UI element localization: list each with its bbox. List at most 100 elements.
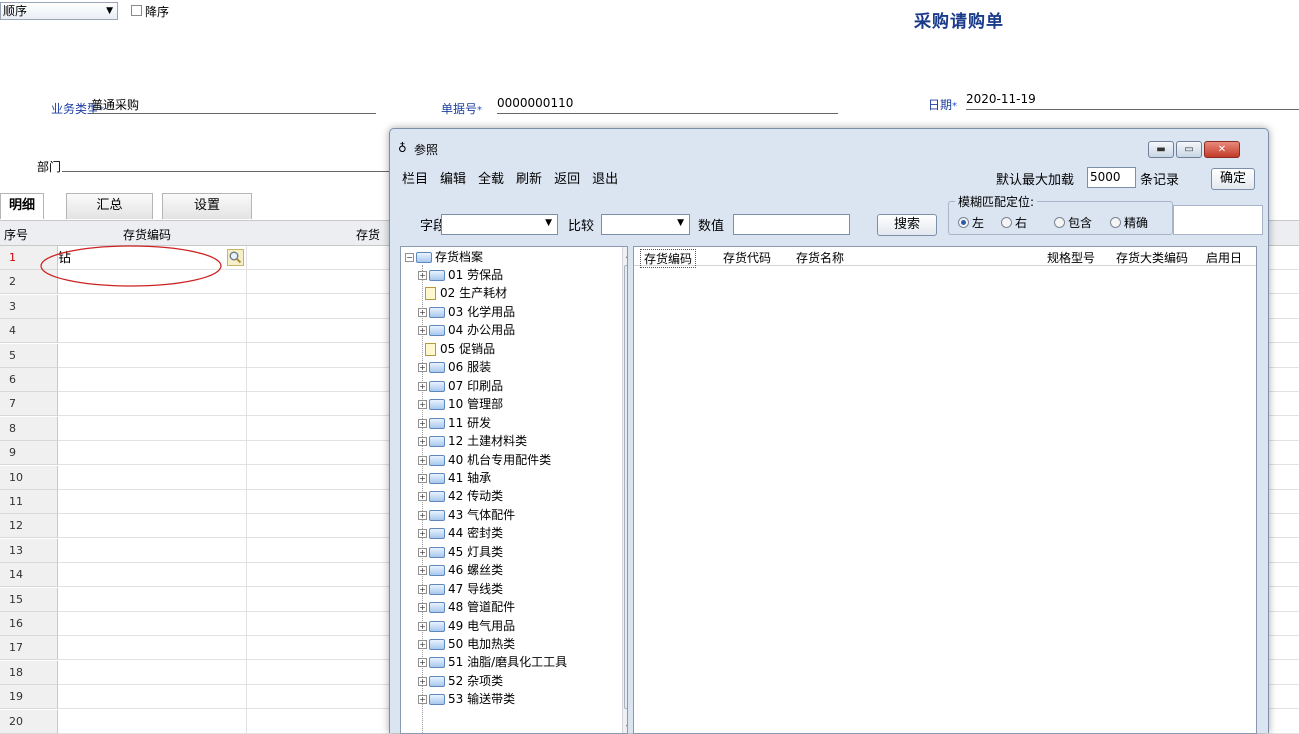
doc-no-field[interactable]: 0000000110 — [497, 96, 838, 114]
expand-icon[interactable]: + — [418, 695, 427, 705]
expand-icon[interactable]: + — [418, 621, 427, 631]
scroll-down-icon[interactable]: ▼ — [626, 723, 627, 732]
list-col-alias[interactable]: 存货代码 — [723, 249, 771, 266]
expand-icon[interactable]: + — [418, 584, 427, 594]
tree-item[interactable]: +48 管道配件 — [418, 599, 515, 616]
tree-item[interactable]: +45 灯具类 — [418, 544, 503, 561]
tree-item[interactable]: 02 生产耗材 — [418, 285, 507, 302]
biz-type-field[interactable]: 普通采购 — [91, 96, 376, 114]
tree-item-label: 04 办公用品 — [448, 323, 516, 338]
tree-item[interactable]: +44 密封类 — [418, 525, 503, 542]
expand-icon[interactable]: + — [418, 363, 427, 373]
search-button[interactable]: 搜索 — [877, 214, 937, 236]
tree-item[interactable]: +52 杂项类 — [418, 673, 503, 690]
list-col-category[interactable]: 存货大类编码 — [1116, 249, 1196, 266]
radio-exact[interactable] — [1110, 217, 1121, 228]
radio-contains-label: 包含 — [1068, 216, 1093, 230]
folder-icon — [429, 399, 445, 411]
tree-item[interactable]: +11 研发 — [418, 415, 491, 432]
tree-item[interactable]: +42 传动类 — [418, 488, 503, 505]
expand-icon[interactable]: + — [418, 566, 427, 576]
tree-item[interactable]: 05 促销品 — [418, 341, 495, 358]
expand-icon[interactable]: + — [418, 455, 427, 465]
maximize-button[interactable]: ▭ — [1176, 141, 1202, 158]
folder-icon — [429, 657, 445, 669]
expand-icon[interactable]: + — [418, 603, 427, 613]
date-label: 日期* — [928, 98, 958, 112]
tree-item[interactable]: +03 化学用品 — [418, 304, 515, 321]
tree-item[interactable]: +43 气体配件 — [418, 507, 515, 524]
tab-summary[interactable]: 汇总 — [66, 193, 153, 219]
menu-edit[interactable]: 编辑 — [434, 165, 472, 189]
expand-icon[interactable]: + — [418, 529, 427, 539]
expand-icon[interactable]: + — [418, 307, 427, 317]
list-col-code[interactable]: 存货编码 — [640, 249, 697, 268]
tree-item[interactable]: +10 管理部 — [418, 396, 503, 413]
tree-item[interactable]: +41 轴承 — [418, 470, 491, 487]
tree-item[interactable]: +46 螺丝类 — [418, 562, 503, 579]
tree-item-label: 06 服装 — [448, 360, 492, 375]
inventory-list[interactable]: 存货编码 存货代码 存货名称 规格型号 存货大类编码 启用日 — [633, 246, 1257, 734]
scroll-up-icon[interactable]: ▲ — [626, 250, 627, 259]
expand-icon[interactable]: + — [418, 676, 427, 686]
category-tree[interactable]: − 存货档案 +01 劳保品 02 生产耗材 +03 化学用品 +04 办公用品 05 促… — [400, 246, 628, 734]
menu-load-all[interactable]: 全载 — [472, 165, 510, 189]
sort-order-value: 顺序 — [3, 4, 28, 18]
tree-item[interactable]: +53 输送带类 — [418, 691, 515, 708]
tree-item[interactable]: +01 劳保品 — [418, 267, 503, 284]
radio-left[interactable] — [958, 217, 969, 228]
expand-icon[interactable]: + — [418, 473, 427, 483]
expand-icon[interactable]: + — [418, 437, 427, 447]
expand-icon[interactable]: + — [418, 640, 427, 649]
sort-order-select[interactable]: 顺序 ▼ — [0, 2, 118, 20]
list-col-start-date[interactable]: 启用日 — [1206, 249, 1256, 266]
expand-icon[interactable]: + — [418, 400, 427, 410]
date-field[interactable]: 2020-11-19 — [966, 92, 1299, 110]
list-col-spec[interactable]: 规格型号 — [1047, 249, 1095, 266]
minimize-button[interactable]: ▬ — [1148, 141, 1174, 158]
dept-field[interactable] — [62, 154, 392, 172]
expand-icon[interactable]: + — [418, 326, 427, 336]
tree-item[interactable]: +50 电加热类 — [418, 636, 515, 653]
menu-columns[interactable]: 栏目 — [396, 165, 434, 189]
menu-exit[interactable]: 退出 — [586, 165, 624, 189]
row-number: 20 — [0, 709, 58, 734]
tree-item-label: 50 电加热类 — [448, 637, 516, 651]
close-button[interactable]: ✕ — [1204, 141, 1240, 158]
descending-checkbox[interactable] — [131, 5, 142, 16]
expand-icon[interactable]: + — [418, 418, 427, 428]
collapse-icon[interactable]: − — [405, 253, 414, 262]
locate-input[interactable] — [1173, 205, 1263, 235]
tree-item[interactable]: +06 服装 — [418, 359, 491, 376]
tree-root[interactable]: − 存货档案 — [405, 249, 483, 266]
chevron-down-icon: ▼ — [545, 218, 552, 228]
expand-icon[interactable]: + — [418, 658, 427, 668]
expand-icon[interactable]: + — [418, 271, 427, 280]
compare-combo[interactable]: ▼ — [601, 214, 690, 235]
row-number: 9 — [0, 441, 58, 466]
tree-item[interactable]: +04 办公用品 — [418, 322, 515, 339]
menu-refresh[interactable]: 刷新 — [510, 165, 548, 189]
expand-icon[interactable]: + — [418, 381, 427, 391]
menu-back[interactable]: 返回 — [548, 165, 586, 189]
radio-contains[interactable] — [1054, 217, 1065, 228]
tree-item[interactable]: +07 印刷品 — [418, 378, 503, 395]
expand-icon[interactable]: + — [418, 492, 427, 502]
search-icon[interactable] — [227, 249, 244, 266]
tree-item[interactable]: +40 机台专用配件类 — [418, 452, 551, 469]
confirm-button[interactable]: 确定 — [1211, 168, 1255, 190]
tab-settings[interactable]: 设置 — [162, 193, 252, 219]
folder-icon — [429, 509, 445, 521]
tab-detail[interactable]: 明细 — [0, 193, 44, 219]
value-input[interactable] — [733, 214, 850, 235]
field-combo[interactable]: ▼ — [441, 214, 558, 235]
expand-icon[interactable]: + — [418, 510, 427, 520]
max-load-input[interactable]: 5000 — [1087, 167, 1136, 188]
tree-item[interactable]: +51 油脂/磨具化工工具 — [418, 654, 567, 671]
tree-item[interactable]: +12 土建材料类 — [418, 433, 527, 450]
list-col-name[interactable]: 存货名称 — [796, 249, 844, 266]
expand-icon[interactable]: + — [418, 547, 427, 557]
tree-item[interactable]: +49 电气用品 — [418, 618, 515, 635]
radio-right[interactable] — [1001, 217, 1012, 228]
tree-item[interactable]: +47 导线类 — [418, 581, 503, 598]
